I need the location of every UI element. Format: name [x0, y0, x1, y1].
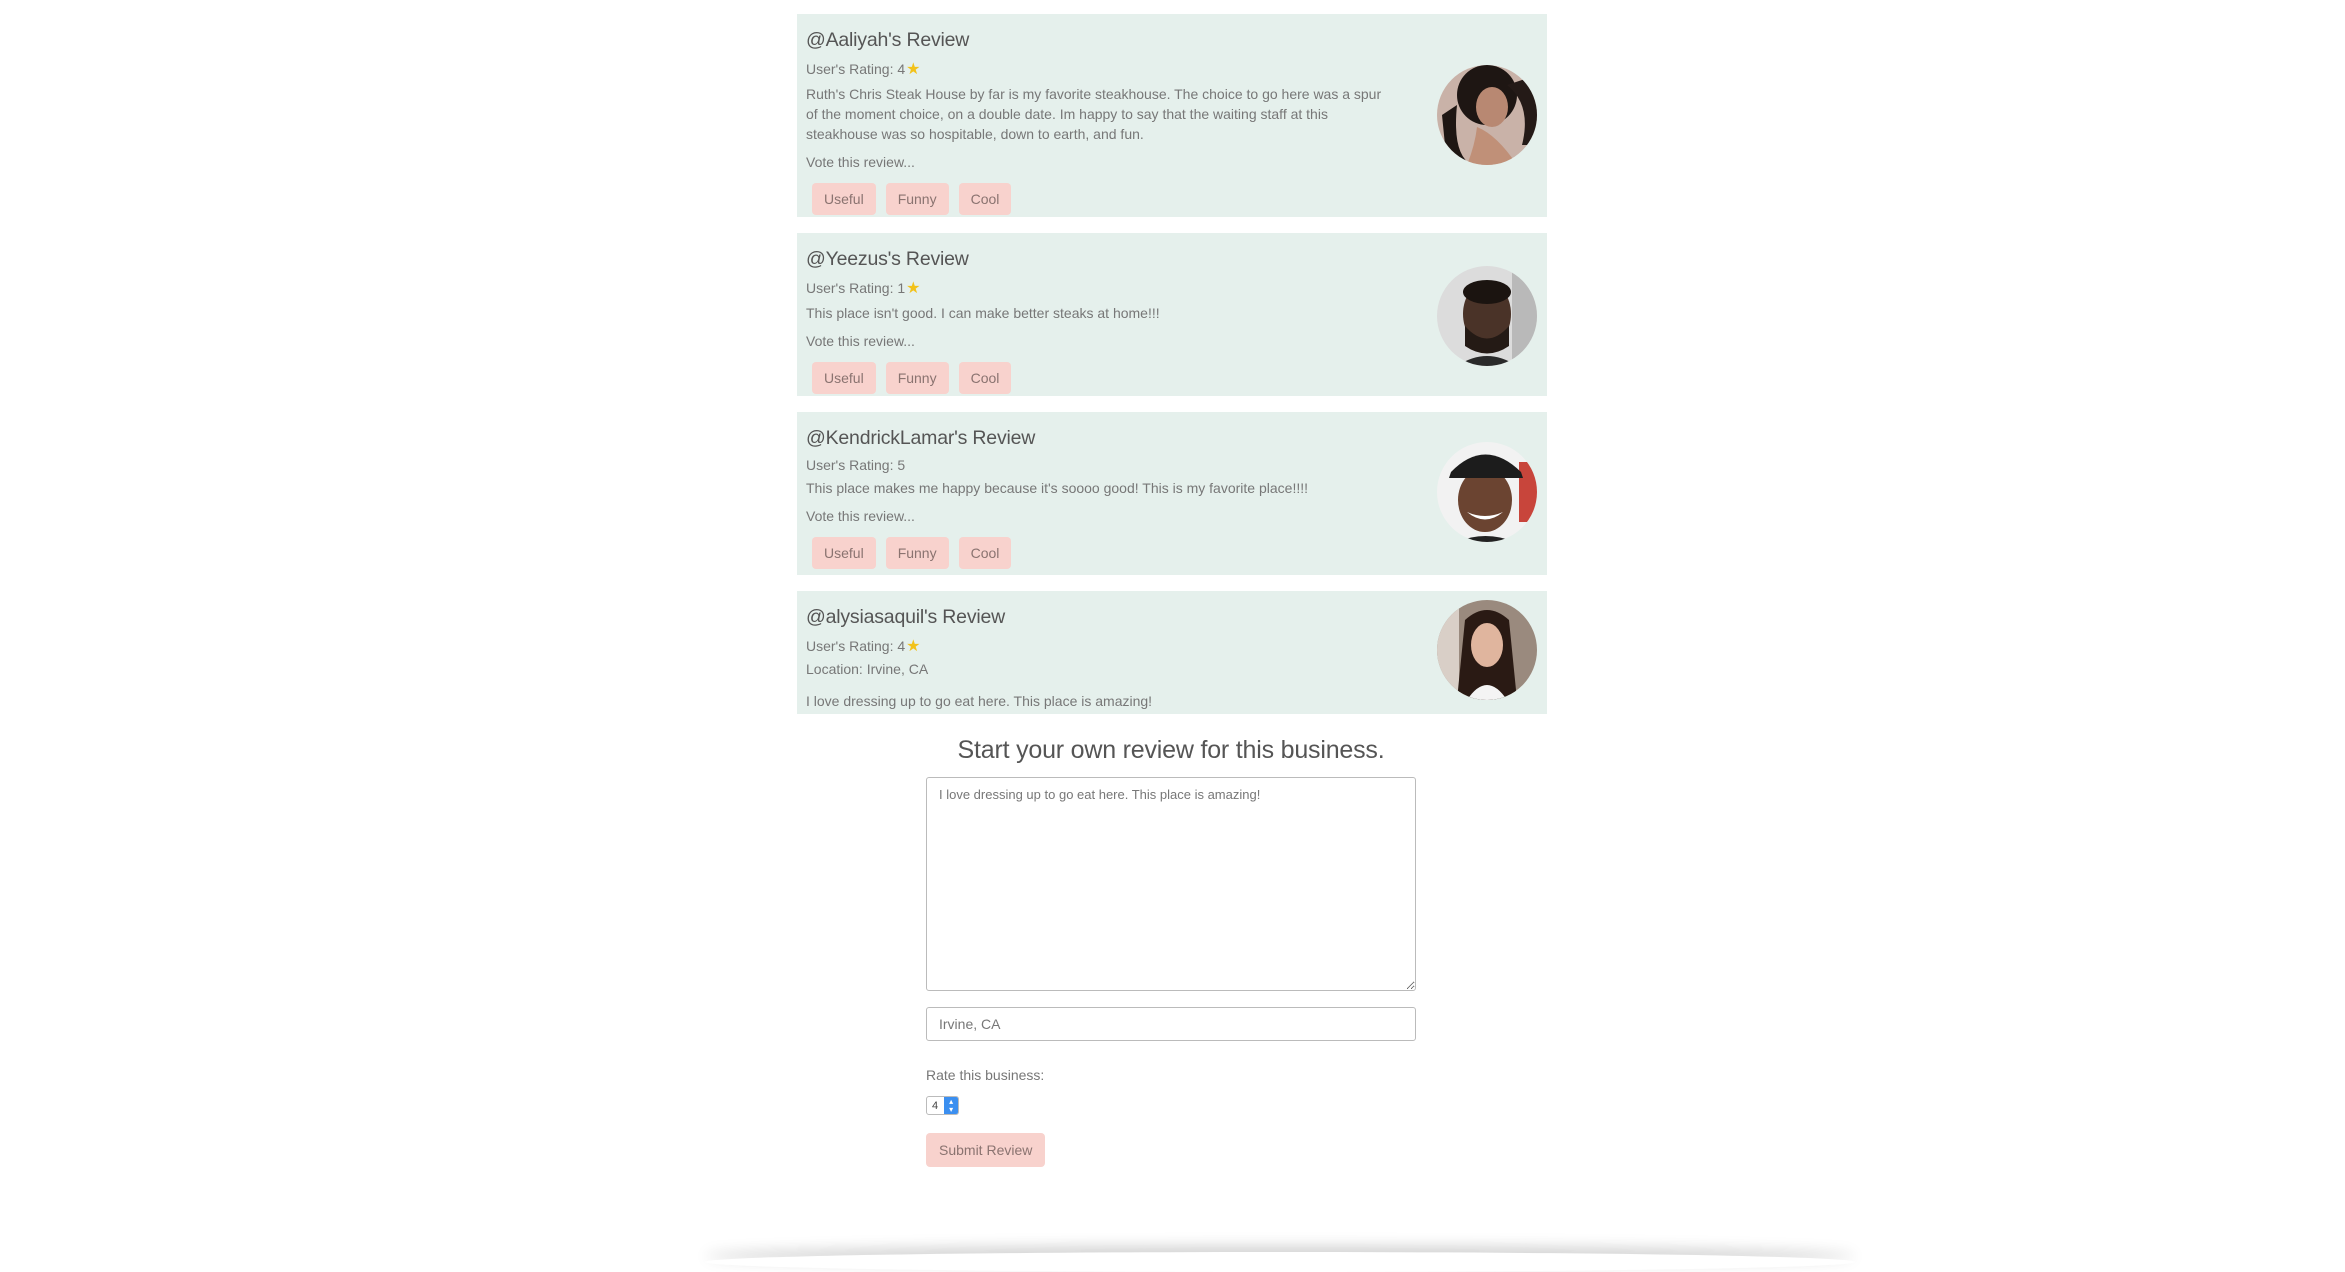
star-icon: ★ — [906, 280, 921, 297]
review-body: @Aaliyah's Review User's Rating: 4★ Ruth… — [806, 29, 1386, 215]
vote-buttons: Useful Funny Cool — [806, 362, 1386, 394]
avatar — [1437, 65, 1537, 165]
rating-label: User's Rating: 1 — [806, 280, 906, 296]
avatar — [1437, 266, 1537, 366]
review-text: This place isn't good. I can make better… — [806, 305, 1160, 321]
cool-button[interactable]: Cool — [958, 537, 1012, 569]
vote-buttons: Useful Funny Cool — [806, 537, 1386, 569]
chevron-up-down-icon: ▴ ▾ — [944, 1097, 959, 1114]
review-title: @alysiasaquil's Review — [806, 606, 1006, 628]
cool-button[interactable]: Cool — [958, 362, 1012, 394]
user-rating: User's Rating: 5 — [806, 457, 1386, 473]
form-title: Start your own review for this business. — [957, 736, 1385, 764]
user-rating: User's Rating: 4★ — [806, 59, 1386, 79]
review-text: This place makes me happy because it's s… — [806, 480, 1308, 496]
rate-label: Rate this business: — [926, 1067, 1045, 1083]
review-textarea[interactable]: I love dressing up to go eat here. This … — [926, 777, 1416, 991]
rating-label: User's Rating: 4 — [806, 638, 906, 654]
submit-review-button[interactable]: Submit Review — [926, 1133, 1046, 1167]
review-title: @KendrickLamar's Review — [806, 427, 1036, 449]
review-card: @Yeezus's Review User's Rating: 1★ This … — [797, 233, 1547, 396]
review-text: I love dressing up to go eat here. This … — [806, 693, 1153, 709]
rating-select[interactable]: 4 ▴ ▾ — [926, 1096, 960, 1115]
rating-label: User's Rating: 4 — [806, 61, 906, 77]
review-card: @KendrickLamar's Review User's Rating: 5… — [797, 412, 1547, 575]
review-title: @Yeezus's Review — [806, 248, 969, 270]
rating-select-value: 4 — [932, 1099, 939, 1112]
footer-shadow — [705, 1252, 1855, 1272]
avatar — [1437, 442, 1537, 542]
useful-button[interactable]: Useful — [812, 183, 876, 215]
review-body: @alysiasaquil's Review User's Rating: 4★… — [806, 606, 1386, 711]
user-rating: User's Rating: 1★ — [806, 278, 1386, 298]
review-title: @Aaliyah's Review — [806, 29, 970, 51]
review-card: @alysiasaquil's Review User's Rating: 4★… — [797, 591, 1547, 714]
useful-button[interactable]: Useful — [812, 537, 876, 569]
vote-label: Vote this review... — [806, 508, 915, 524]
review-form: Start your own review for this business.… — [926, 736, 1416, 1167]
reviews-list: @Aaliyah's Review User's Rating: 4★ Ruth… — [797, 14, 1547, 730]
rating-label: User's Rating: 5 — [806, 457, 906, 473]
vote-label: Vote this review... — [806, 333, 915, 349]
review-location: Location: Irvine, CA — [806, 661, 929, 677]
star-icon: ★ — [906, 61, 921, 78]
useful-button[interactable]: Useful — [812, 362, 876, 394]
review-body: @Yeezus's Review User's Rating: 1★ This … — [806, 248, 1386, 394]
cool-button[interactable]: Cool — [958, 183, 1012, 215]
funny-button[interactable]: Funny — [885, 362, 949, 394]
location-input[interactable] — [926, 1007, 1416, 1041]
funny-button[interactable]: Funny — [885, 183, 949, 215]
funny-button[interactable]: Funny — [885, 537, 949, 569]
review-body: @KendrickLamar's Review User's Rating: 5… — [806, 427, 1386, 569]
vote-buttons: Useful Funny Cool — [806, 183, 1386, 215]
review-card: @Aaliyah's Review User's Rating: 4★ Ruth… — [797, 14, 1547, 217]
avatar — [1437, 600, 1537, 700]
review-text: Ruth's Chris Steak House by far is my fa… — [806, 86, 1382, 142]
star-icon: ★ — [906, 638, 921, 655]
vote-label: Vote this review... — [806, 154, 915, 170]
user-rating: User's Rating: 4★ — [806, 636, 1386, 656]
